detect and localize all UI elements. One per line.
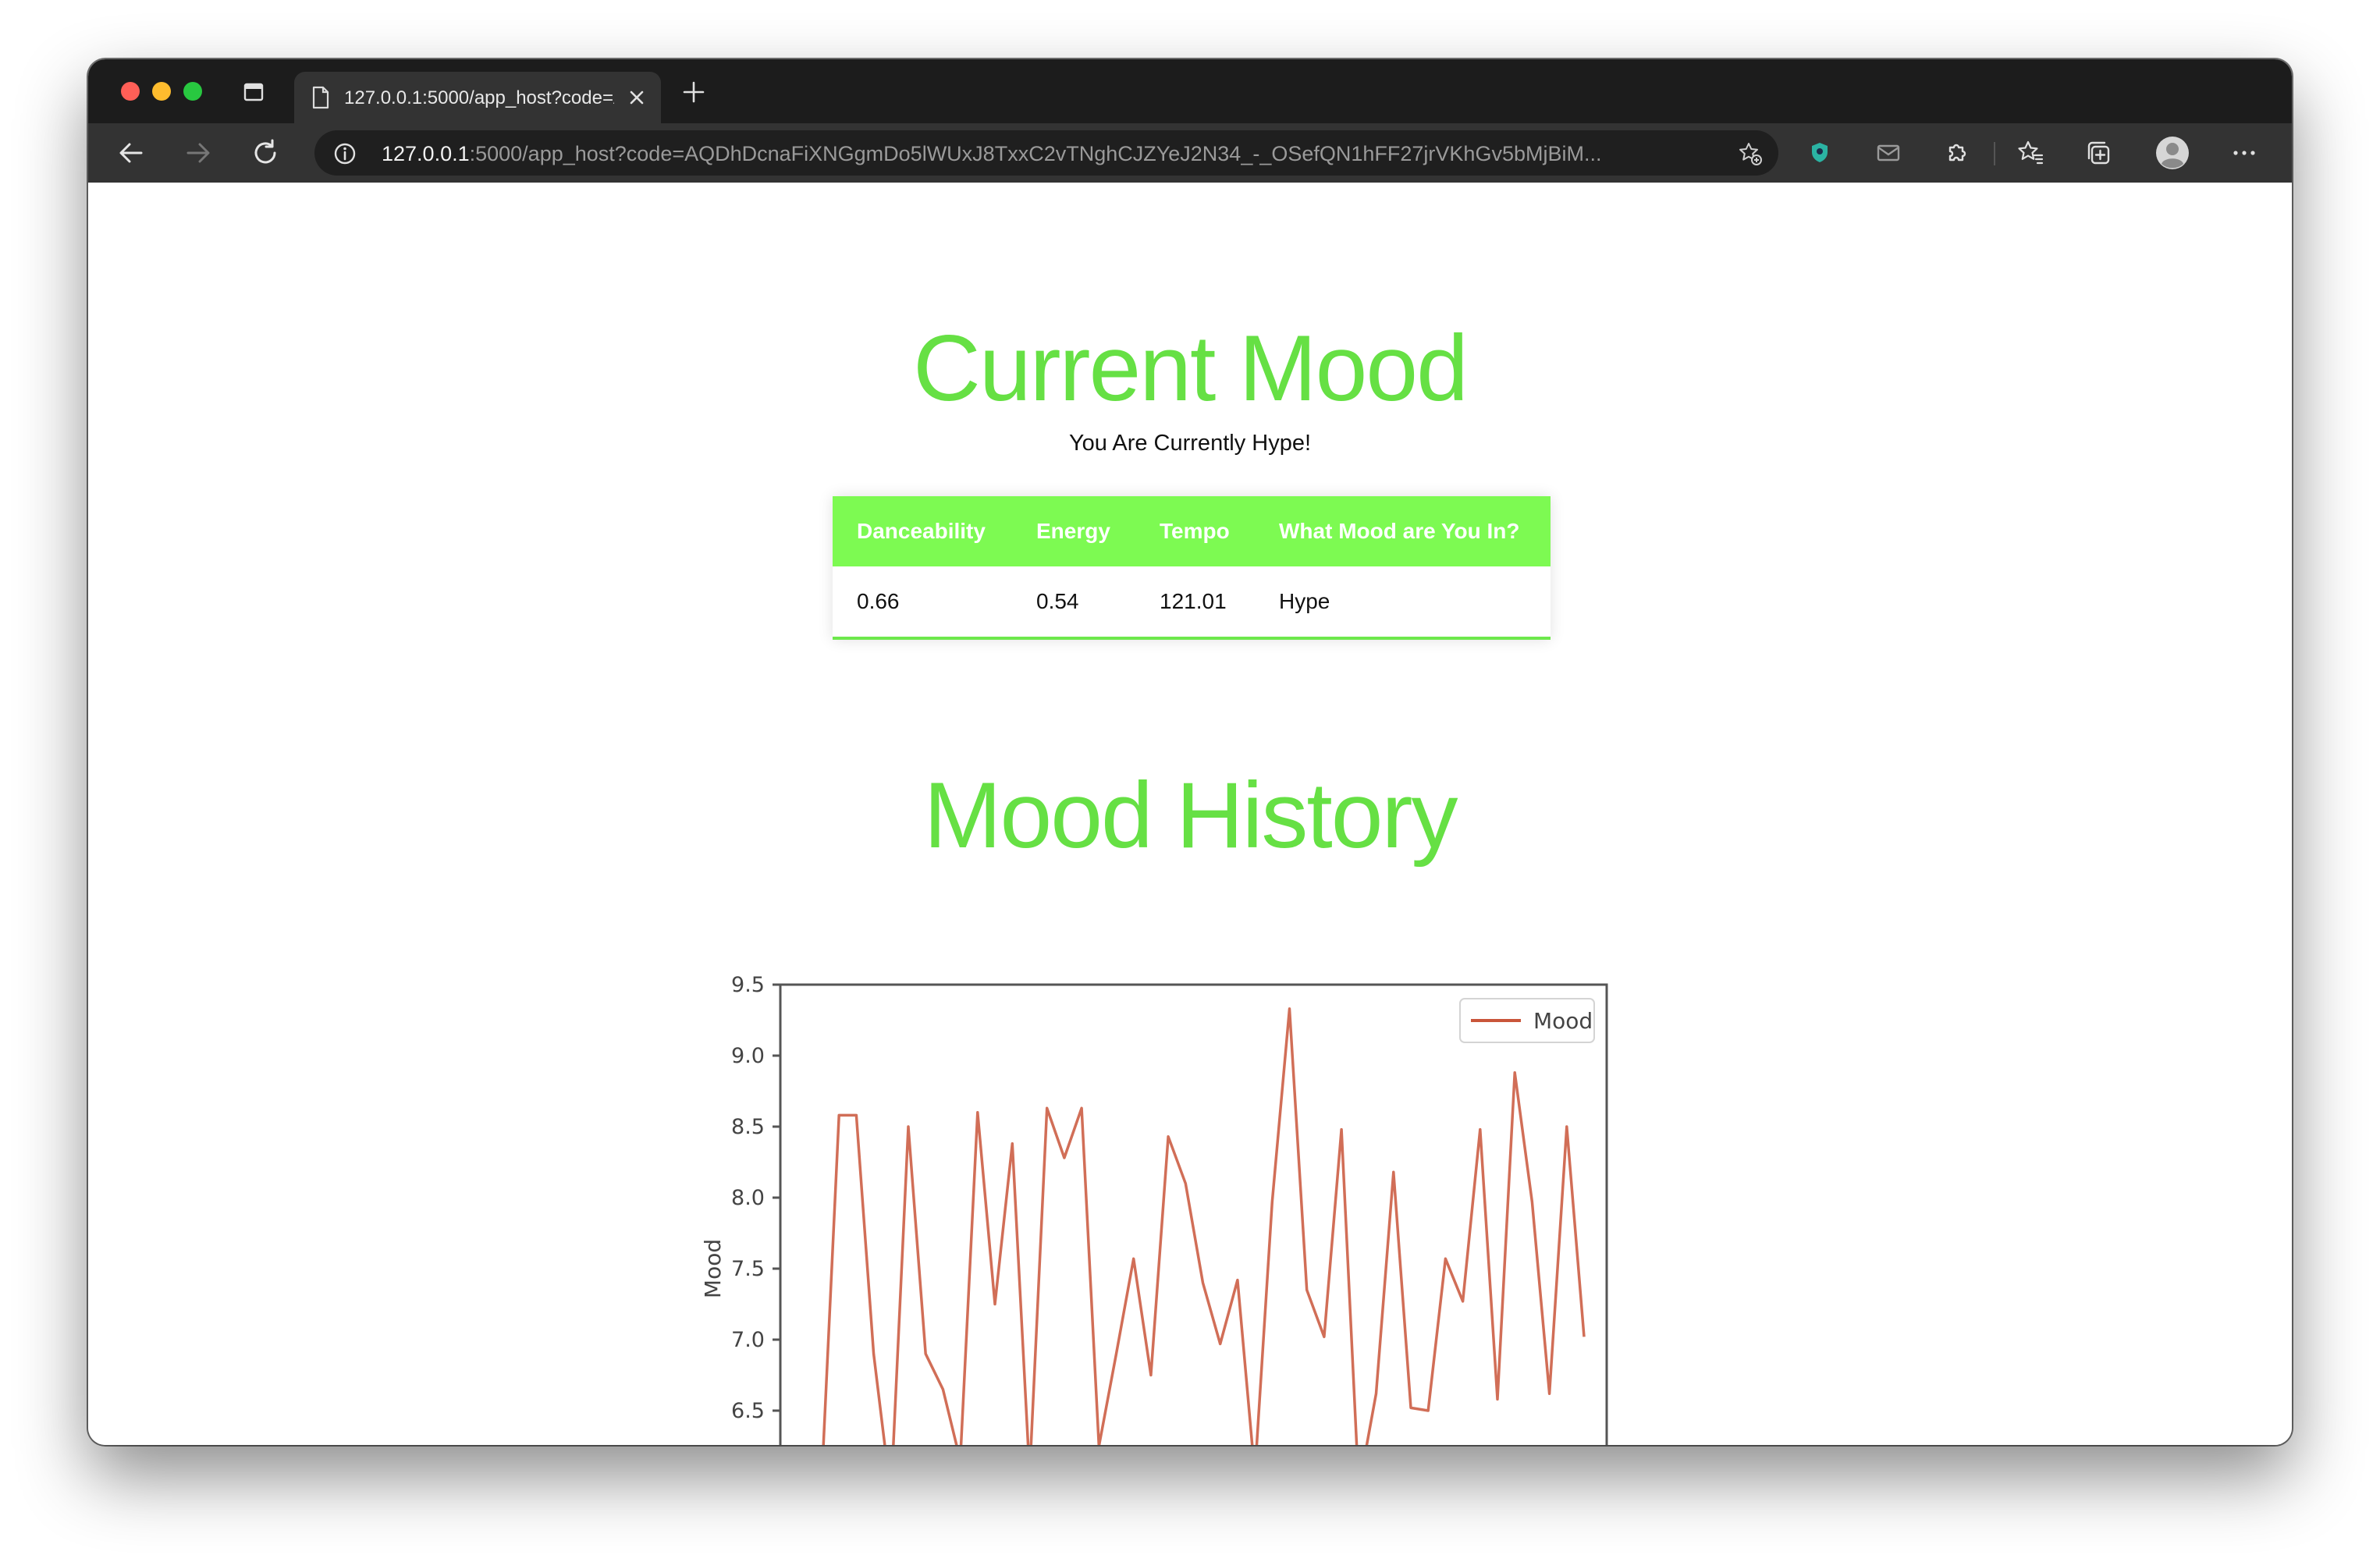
add-favorite-icon[interactable] bbox=[1738, 141, 1763, 166]
browser-window: 127.0.0.1:5000/app_host?code=AQDhDcnaFiX… bbox=[88, 59, 2292, 1445]
page-content: Current Mood You Are Currently Hype! Dan… bbox=[88, 183, 2292, 1445]
y-tick-label: 6.5 bbox=[731, 1399, 765, 1423]
legend-label: Mood bbox=[1533, 1008, 1593, 1034]
url-path: :5000/app_host?code=AQDhDcnaFiXNGgmDo5lW… bbox=[469, 142, 1602, 165]
reload-icon[interactable] bbox=[250, 138, 280, 168]
back-arrow-icon[interactable] bbox=[116, 138, 146, 168]
browser-tab[interactable]: 127.0.0.1:5000/app_host?code=AQDhDcnaFiX… bbox=[294, 72, 661, 123]
mood-series-line bbox=[822, 1007, 1586, 1445]
mail-icon[interactable] bbox=[1874, 138, 1903, 168]
y-axis-label: Mood bbox=[700, 1239, 726, 1298]
url-text[interactable]: 127.0.0.1:5000/app_host?code=AQDhDcnaFiX… bbox=[382, 142, 1724, 165]
tab-title: 127.0.0.1:5000/app_host?code=AQDhDcnaFiX… bbox=[344, 87, 614, 108]
minimize-window-button[interactable] bbox=[152, 82, 171, 101]
collections-icon[interactable] bbox=[2084, 138, 2114, 168]
maximize-window-button[interactable] bbox=[183, 82, 202, 101]
document-icon bbox=[312, 86, 329, 109]
y-tick-label: 7.5 bbox=[731, 1257, 765, 1281]
y-tick-label: 9.5 bbox=[731, 973, 765, 997]
favorites-icon[interactable] bbox=[2016, 138, 2045, 168]
mood-history-chart: 6.06.57.07.58.08.59.09.5MoodMood bbox=[700, 973, 1608, 1445]
browser-toolbar: 127.0.0.1:5000/app_host?code=AQDhDcnaFiX… bbox=[88, 123, 2292, 183]
new-tab-icon[interactable] bbox=[681, 80, 706, 105]
tab-strip: 127.0.0.1:5000/app_host?code=AQDhDcnaFiX… bbox=[88, 59, 2292, 123]
close-tab-icon[interactable] bbox=[627, 87, 647, 108]
extensions-puzzle-icon[interactable] bbox=[1942, 138, 1972, 168]
forward-arrow-icon[interactable] bbox=[183, 138, 213, 168]
y-tick-label: 7.0 bbox=[731, 1328, 765, 1352]
more-options-icon[interactable] bbox=[2229, 138, 2259, 168]
toolbar-separator bbox=[1994, 142, 1995, 165]
extension-shield-icon[interactable] bbox=[1805, 138, 1835, 168]
site-info-icon[interactable] bbox=[333, 142, 357, 165]
close-window-button[interactable] bbox=[121, 82, 140, 101]
url-host: 127.0.0.1 bbox=[382, 142, 470, 165]
y-tick-label: 9.0 bbox=[731, 1044, 765, 1068]
y-tick-label: 8.0 bbox=[731, 1186, 765, 1210]
y-tick-label: 8.5 bbox=[731, 1115, 765, 1139]
profile-avatar-icon[interactable] bbox=[2154, 135, 2190, 171]
address-bar[interactable]: 127.0.0.1:5000/app_host?code=AQDhDcnaFiX… bbox=[314, 130, 1778, 176]
tab-actions-icon[interactable] bbox=[243, 82, 264, 102]
